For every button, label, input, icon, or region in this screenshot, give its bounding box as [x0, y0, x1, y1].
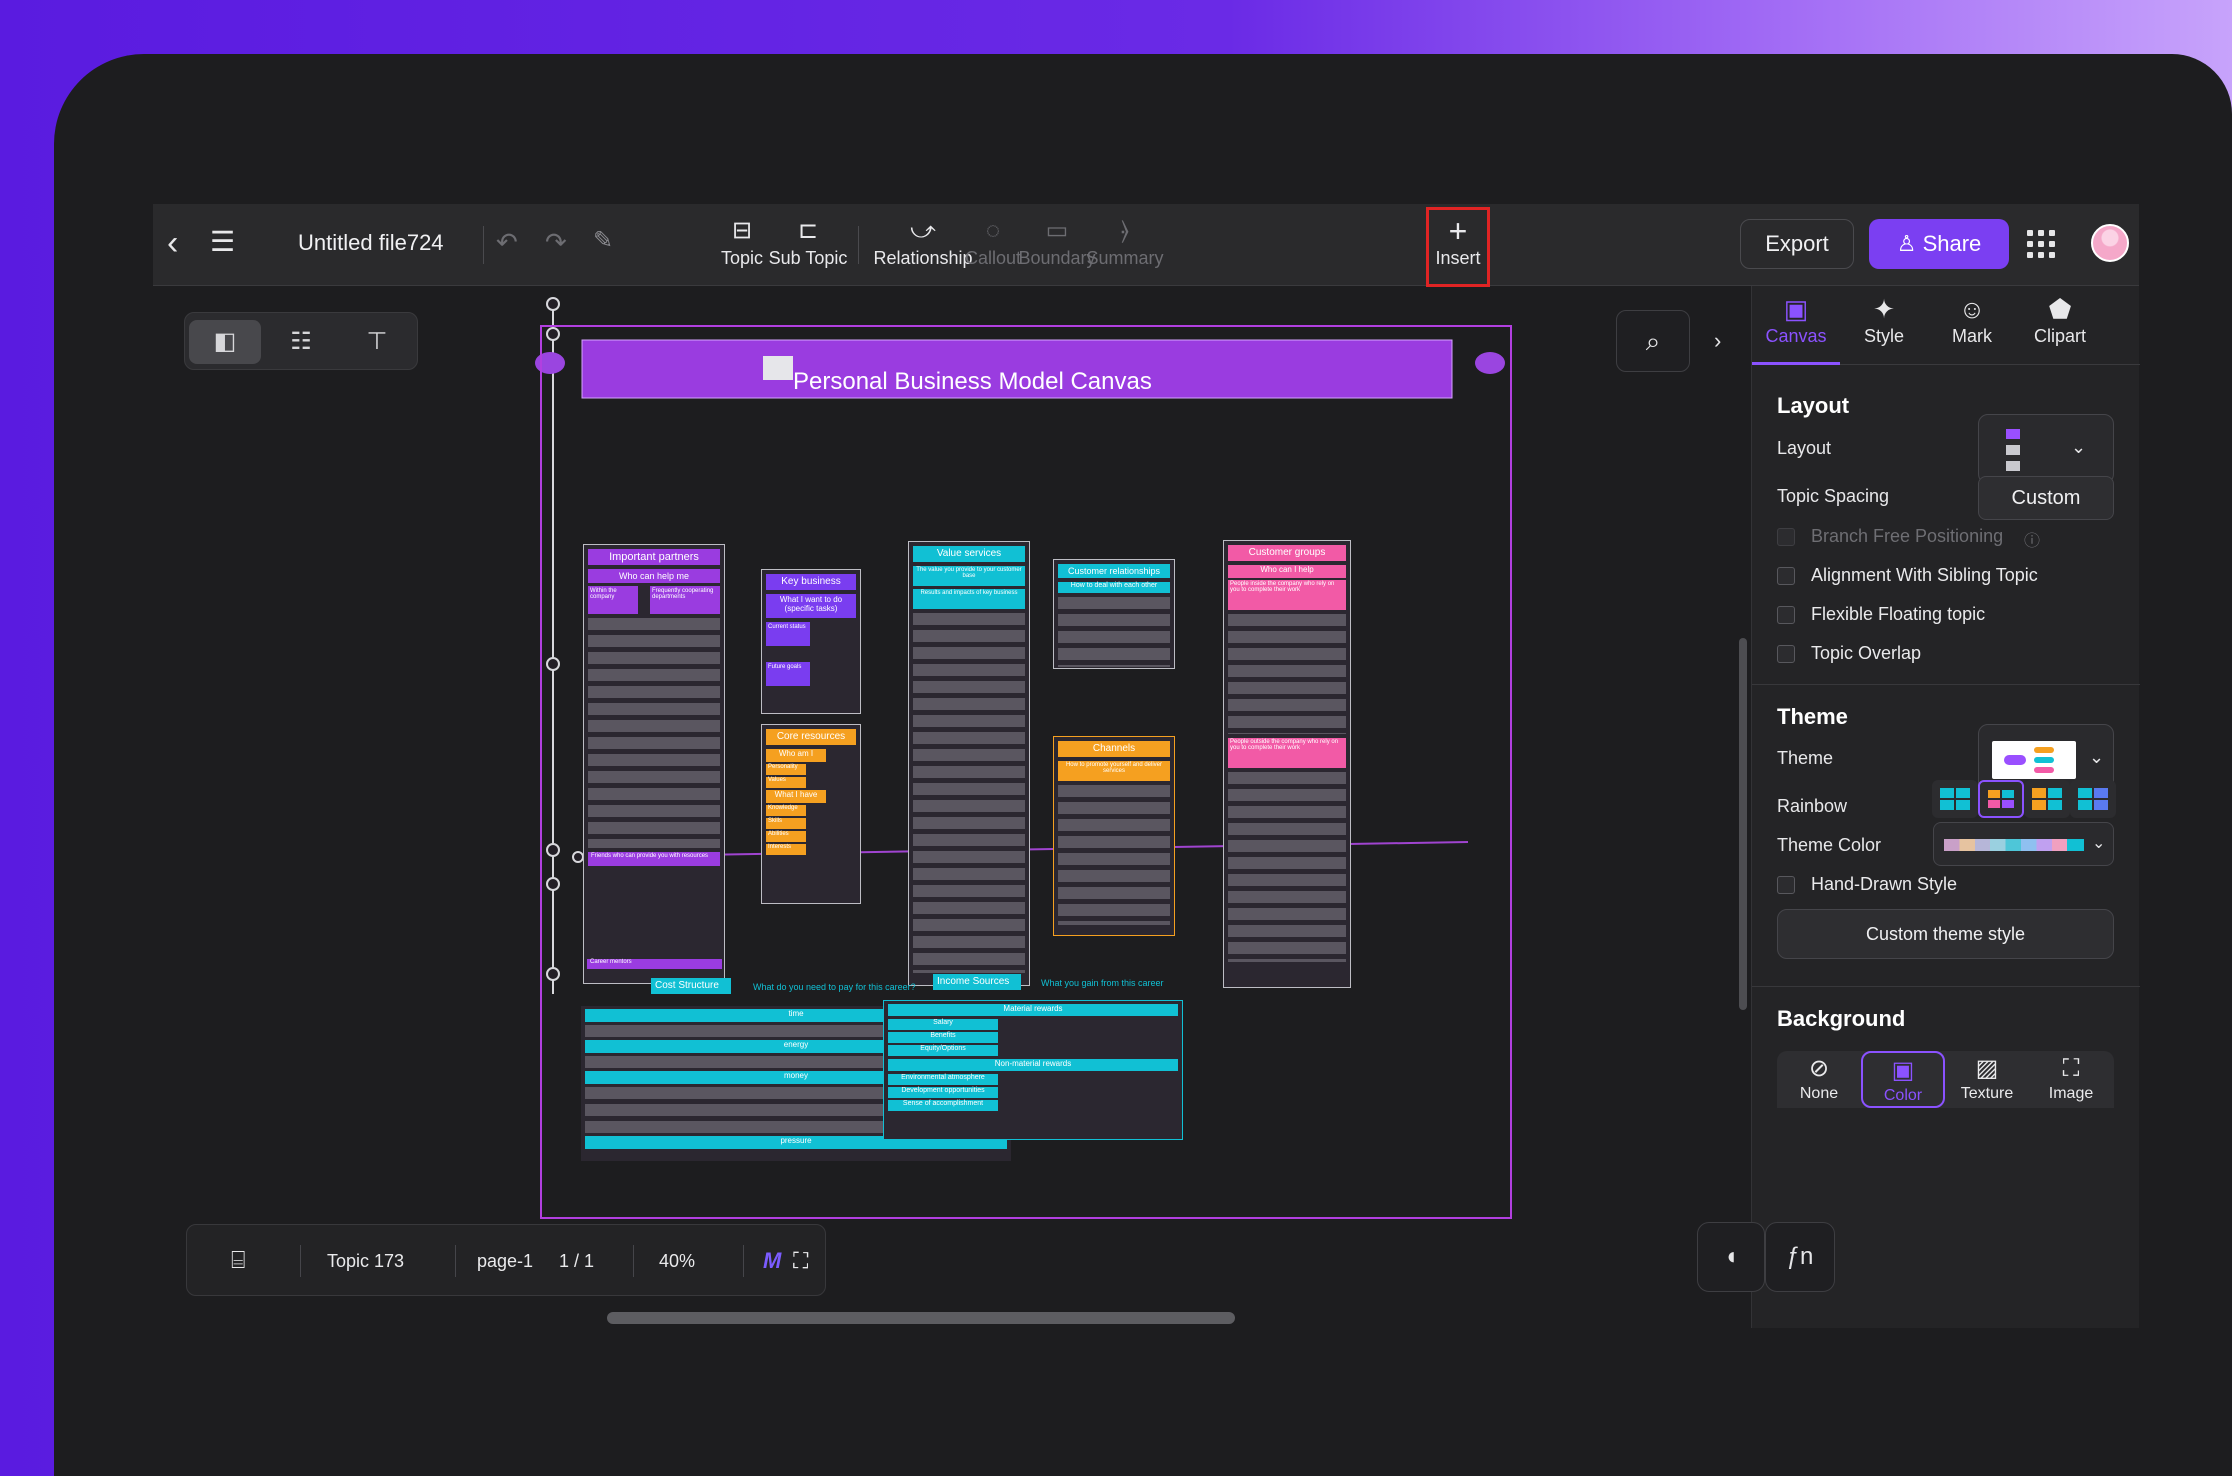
background-none[interactable]: ⊘ None [1777, 1051, 1861, 1108]
export-button[interactable]: Export [1740, 219, 1854, 269]
toolbar-divider [483, 226, 484, 264]
none-icon: ⊘ [1808, 1055, 1830, 1082]
rainbow-option-3[interactable] [2024, 780, 2070, 818]
chevron-right-icon[interactable]: › [1714, 310, 1738, 372]
layout-icon [2006, 429, 2020, 471]
function-icon[interactable]: ƒn [1765, 1222, 1835, 1292]
properties-panel: ▣ Canvas ✦ Style ☺ Mark ⬟ Clipart Layout… [1751, 286, 2140, 1328]
outline-view-icon[interactable]: ☷ [265, 320, 337, 364]
smile-icon: ☺ [1958, 294, 1986, 324]
back-arrow-icon[interactable]: ‹ [167, 226, 178, 260]
fullscreen-icon[interactable]: ⛶ [793, 1225, 808, 1297]
canvas-boundary [540, 325, 1512, 1219]
layout-section-title: Layout [1777, 393, 1850, 418]
mouse-mode-icon[interactable]: ◖ [1697, 1222, 1765, 1292]
app-window: ‹ ☰ Untitled file724 ↶ ↷ ✎ ⊟ Topic ⊏ Sub… [153, 204, 2140, 1328]
undo-icon[interactable]: ↶ [496, 229, 518, 255]
vertical-scrollbar[interactable] [1739, 638, 1747, 1010]
summary-icon: ⦒ [1121, 217, 1129, 244]
mindmap-view-icon[interactable]: ◧ [189, 320, 261, 364]
file-title[interactable]: Untitled file724 [298, 230, 444, 256]
canvas-icon: ▣ [1783, 294, 1809, 324]
rainbow-option-2[interactable] [1978, 780, 2024, 818]
share-button[interactable]: ♙ Share [1869, 219, 2009, 269]
tab-mark[interactable]: ☺ Mark [1928, 292, 2016, 347]
theme-color-select[interactable]: ⌄ [1933, 822, 2114, 866]
background-image[interactable]: ⛶ Image [2029, 1051, 2113, 1108]
custom-theme-button[interactable]: Custom theme style [1777, 909, 2114, 959]
toolbar-divider [858, 226, 859, 264]
theme-section-title: Theme [1777, 704, 1848, 729]
branch-free-checkbox[interactable] [1777, 528, 1795, 546]
background-texture[interactable]: ▨ Texture [1945, 1051, 2029, 1108]
rainbow-label: Rainbow [1777, 796, 1848, 816]
clipart-icon: ⬟ [2048, 294, 2072, 324]
apps-grid-icon[interactable] [2027, 230, 2055, 258]
sparkle-icon: ✦ [1873, 294, 1895, 324]
subtopic-tool[interactable]: ⊏ Sub Topic [760, 214, 856, 269]
theme-color-label: Theme Color [1777, 835, 1882, 855]
tab-canvas[interactable]: ▣ Canvas [1752, 292, 1840, 347]
ai-logo-icon[interactable]: M [763, 1225, 781, 1297]
chevron-down-icon: ⌄ [2089, 747, 2105, 767]
menu-icon[interactable]: ☰ [210, 228, 235, 256]
topic-spacing-label: Topic Spacing [1777, 486, 1890, 506]
chevron-down-icon: ⌄ [2071, 437, 2087, 457]
summary-tool[interactable]: ⦒ Summary [1077, 214, 1173, 269]
topic-spacing-button[interactable]: Custom [1978, 476, 2114, 520]
view-switcher: ◧ ☷ ⊤ [184, 312, 418, 370]
topic-count: Topic 173 [327, 1251, 405, 1271]
color-icon: ▣ [1891, 1057, 1915, 1084]
texture-icon: ▨ [1975, 1055, 1999, 1082]
theme-label: Theme [1777, 748, 1834, 768]
theme-preview [1992, 741, 2076, 779]
help-icon[interactable]: ⓘ [2024, 527, 2040, 551]
topic-overlap-checkbox[interactable] [1777, 645, 1795, 663]
hand-drawn-checkbox[interactable] [1777, 876, 1795, 894]
layout-label: Layout [1777, 438, 1832, 458]
search-icon[interactable]: ⌕ [1616, 310, 1690, 372]
background-color[interactable]: ▣ Color [1861, 1051, 1945, 1108]
presentation-view-icon[interactable]: ⊤ [341, 320, 413, 364]
chevron-down-icon: ⌄ [2092, 835, 2106, 852]
format-painter-icon[interactable]: ✎ [593, 229, 613, 253]
subtopic-icon: ⊏ [797, 217, 819, 244]
layout-select[interactable]: ⌄ [1978, 414, 2114, 484]
hand-drawn-label: Hand-Drawn Style [1811, 874, 1958, 894]
color-palette [1944, 839, 2084, 851]
status-bar: ⌸ Topic 173 page-1 1 / 1 40% M ⛶ [186, 1224, 826, 1296]
alignment-checkbox[interactable] [1777, 567, 1795, 585]
flexible-floating-checkbox[interactable] [1777, 606, 1795, 624]
background-options: ⊘ None ▣ Color ▨ Texture ⛶ Image [1777, 1051, 2114, 1108]
flexible-floating-label: Flexible Floating topic [1811, 604, 1986, 624]
tab-clipart[interactable]: ⬟ Clipart [2016, 292, 2104, 347]
rainbow-option-1[interactable] [1932, 780, 1978, 818]
toolbar: ‹ ☰ Untitled file724 ↶ ↷ ✎ ⊟ Topic ⊏ Sub… [153, 204, 2139, 287]
redo-icon[interactable]: ↷ [545, 229, 567, 255]
topic-overlap-label: Topic Overlap [1811, 643, 1922, 663]
avatar[interactable] [2091, 224, 2129, 262]
user-icon: ♙ [1896, 231, 1923, 256]
page-label[interactable]: page-1 [477, 1225, 533, 1297]
map-icon[interactable]: ⌸ [231, 1225, 245, 1297]
horizontal-scrollbar[interactable] [607, 1312, 1235, 1324]
tab-style[interactable]: ✦ Style [1840, 292, 1928, 347]
background-section-title: Background [1777, 1006, 1906, 1031]
rainbow-option-4[interactable] [2070, 780, 2116, 818]
page-count: 1 / 1 [559, 1251, 595, 1271]
image-icon: ⛶ [2062, 1055, 2080, 1082]
alignment-label: Alignment With Sibling Topic [1811, 565, 2038, 585]
insert-highlight-box [1426, 207, 1490, 287]
branch-free-label: Branch Free Positioning [1811, 526, 2004, 546]
zoom-level[interactable]: 40% [659, 1225, 695, 1297]
